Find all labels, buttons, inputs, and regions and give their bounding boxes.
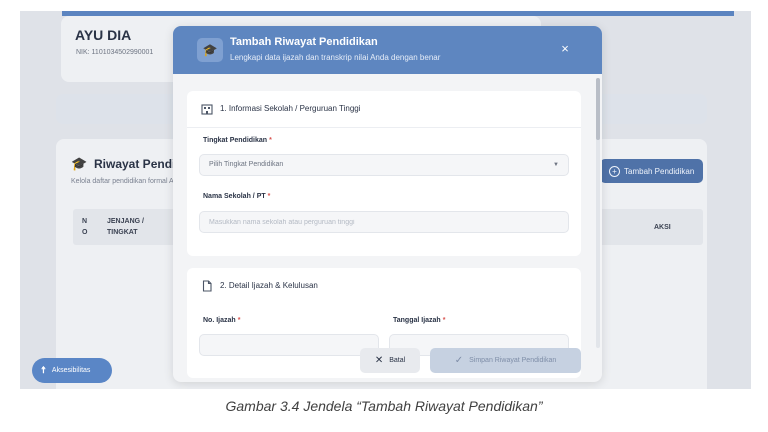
column-header-level: JENJANG / TINGKAT xyxy=(107,218,144,236)
cancel-label: Batal xyxy=(389,357,406,364)
school-name-field xyxy=(199,211,569,233)
certificate-number-label: No. Ijazah * xyxy=(203,317,241,324)
profile-nik: NIK: 1101034502990001 xyxy=(76,49,154,56)
school-name-label: Nama Sekolah / PT * xyxy=(203,193,271,200)
section-1-title: 1. Informasi Sekolah / Perguruan Tinggi xyxy=(220,104,361,113)
modal-title: Tambah Riwayat Pendidikan xyxy=(230,36,378,48)
section-subtitle: Kelola daftar pendidikan formal Anda xyxy=(71,178,186,185)
close-icon: ✕ xyxy=(374,355,384,366)
column-header-action: AKSI xyxy=(654,224,671,231)
school-name-input[interactable] xyxy=(209,212,568,232)
check-icon: ✓ xyxy=(454,355,464,366)
chevron-down-icon: ▼ xyxy=(553,162,559,168)
cancel-button[interactable]: ✕ Batal xyxy=(360,348,420,373)
school-info-section: 1. Informasi Sekolah / Perguruan Tinggi … xyxy=(187,91,581,256)
certificate-date-label: Tanggal Ijazah * xyxy=(393,317,446,324)
graduation-cap-icon: 🎓 xyxy=(197,38,223,62)
column-header-no: N O xyxy=(82,218,88,236)
save-button[interactable]: ✓ Simpan Riwayat Pendidikan xyxy=(430,348,581,373)
plus-icon: + xyxy=(609,165,620,177)
building-icon xyxy=(201,103,213,118)
education-level-select[interactable]: Pilih Tingkat Pendidikan ▼ xyxy=(199,154,569,176)
scrollbar-thumb[interactable] xyxy=(596,78,600,140)
modal-subtitle: Lengkapi data ijazah dan transkrip nilai… xyxy=(230,53,441,62)
graduation-cap-icon: 🎓 xyxy=(71,156,88,171)
close-icon[interactable]: × xyxy=(557,41,573,57)
profile-name: AYU DIA xyxy=(75,27,132,43)
accessibility-icon: ☨ xyxy=(41,365,46,375)
modal-header: 🎓 Tambah Riwayat Pendidikan Lengkapi dat… xyxy=(173,26,602,74)
add-education-button[interactable]: + Tambah Pendidikan xyxy=(600,159,703,183)
certificate-number-input[interactable] xyxy=(199,334,379,356)
save-label: Simpan Riwayat Pendidikan xyxy=(469,357,557,364)
app-screenshot: AYU DIA NIK: 1101034502990001 🎓 Riwayat … xyxy=(20,11,751,389)
modal-scrollbar[interactable] xyxy=(596,78,600,348)
add-education-label: Tambah Pendidikan xyxy=(624,166,695,176)
add-education-modal: 🎓 Tambah Riwayat Pendidikan Lengkapi dat… xyxy=(173,26,602,382)
accessibility-button[interactable]: ☨ Aksesibilitas xyxy=(32,358,112,383)
accessibility-label: Aksesibilitas xyxy=(51,367,91,374)
figure-caption: Gambar 3.4 Jendela “Tambah Riwayat Pendi… xyxy=(225,398,543,414)
document-icon xyxy=(201,280,213,295)
section-2-title: 2. Detail Ijazah & Kelulusan xyxy=(220,281,318,290)
divider xyxy=(187,127,581,128)
education-level-label: Tingkat Pendidikan * xyxy=(203,137,272,144)
